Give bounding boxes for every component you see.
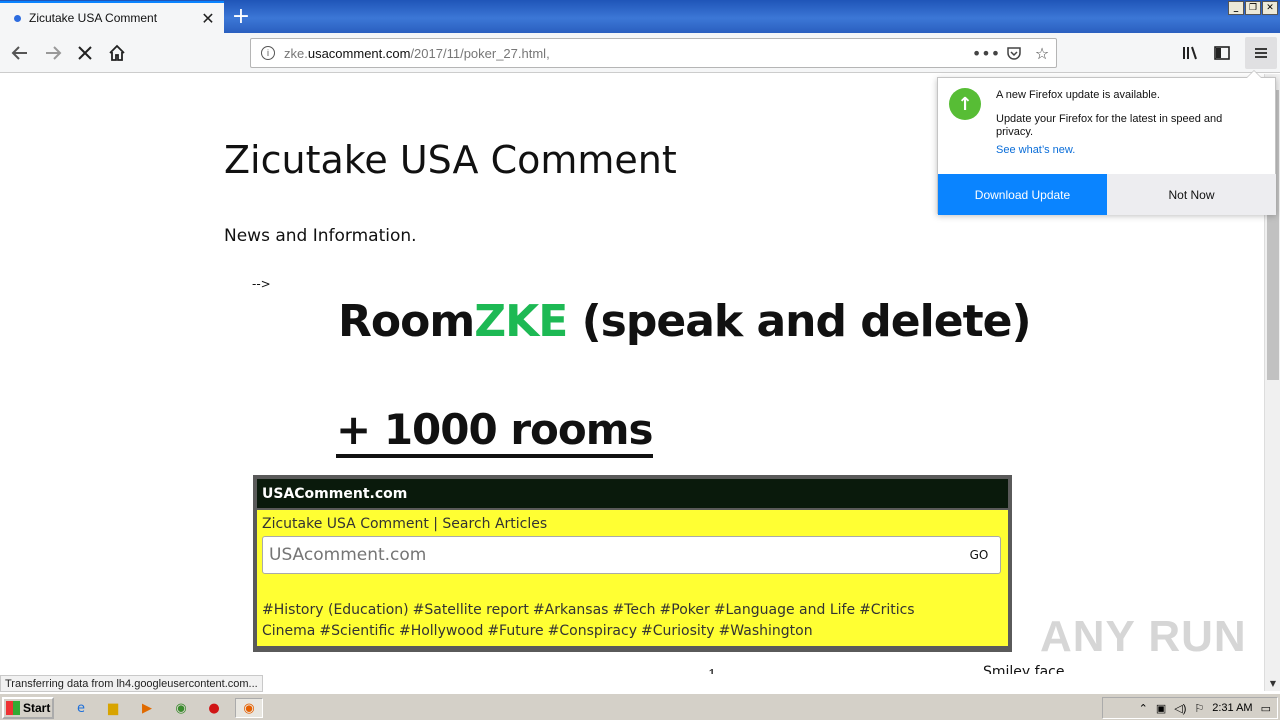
tag-link[interactable]: #Tech — [612, 602, 655, 618]
url-text[interactable]: zke.usacomment.com/2017/11/poker_27.html… — [284, 46, 972, 61]
close-tab-icon[interactable]: ✕ — [198, 9, 218, 28]
tab-title: Zicutake USA Comment — [29, 11, 158, 25]
favicon-icon — [14, 14, 21, 22]
site-tagline: News and Information. — [224, 226, 417, 246]
tag-link[interactable]: #Curiosity — [641, 623, 715, 639]
tag-link[interactable]: #Conspiracy — [548, 623, 637, 639]
search-input[interactable] — [263, 545, 958, 565]
roomzke-banner[interactable]: RoomZKE (speak and delete) — [338, 296, 1032, 347]
start-button[interactable]: Start — [2, 697, 54, 719]
windows-taskbar: Start e ▆ ▶ ◉ ● ◉ ⌃ ▣ ◁) ⚐ 2:31 AM ▭ — [0, 692, 1280, 720]
tag-link[interactable]: #Future — [487, 623, 543, 639]
forward-button[interactable] — [37, 37, 69, 69]
stray-comment-text: --> — [252, 277, 271, 291]
volume-icon[interactable]: ◁) — [1174, 702, 1186, 715]
tag-link[interactable]: #Washington — [719, 623, 813, 639]
stop-button[interactable] — [69, 37, 101, 69]
smiley-image-alt: Smiley face — [983, 664, 1065, 674]
tag-link[interactable]: #Hollywood — [399, 623, 483, 639]
tag-list: #History (Education) #Satellite report #Ar… — [262, 600, 1007, 642]
rooms-banner[interactable]: + 1000 rooms — [336, 406, 654, 458]
library-icon — [1183, 46, 1197, 60]
media-player-icon[interactable]: ▶ — [136, 698, 158, 718]
tag-link[interactable]: #Satellite report — [413, 602, 529, 618]
not-now-button[interactable]: Not Now — [1107, 174, 1276, 215]
site-title[interactable]: Zicutake USA Comment — [224, 138, 677, 182]
close-window-button[interactable]: ✕ — [1262, 1, 1278, 15]
menu-button[interactable] — [1245, 37, 1277, 69]
home-button[interactable] — [101, 37, 133, 69]
site-info-icon[interactable]: i — [261, 46, 275, 60]
opera-icon[interactable]: ● — [203, 698, 225, 718]
windows-logo-icon — [6, 701, 20, 715]
widget-body: Zicutake USA Comment | Search Articles G… — [257, 510, 1008, 646]
widget-links[interactable]: Zicutake USA Comment | Search Articles — [262, 516, 547, 532]
flag-icon[interactable]: ⚐ — [1194, 702, 1204, 715]
home-icon — [109, 44, 125, 61]
window-controls: _ ❐ ✕ — [1228, 1, 1278, 15]
search-field: GO — [262, 536, 1001, 574]
widget-header: USAComment.com — [257, 479, 1008, 508]
update-description: Update your Firefox for the latest in sp… — [996, 113, 1223, 138]
back-button[interactable] — [4, 37, 36, 69]
tag-link[interactable]: #Arkansas — [533, 602, 609, 618]
sidebar-icon — [1214, 46, 1230, 60]
anyrun-watermark: ANY RUN — [1040, 612, 1247, 661]
new-tab-button[interactable]: + — [228, 2, 254, 30]
page-actions-icon[interactable]: ••• — [972, 39, 1000, 67]
show-desktop-icon[interactable]: ▭ — [1261, 702, 1271, 715]
update-notification-panel: ↑ A new Firefox update is available. Upd… — [937, 70, 1276, 215]
stop-icon — [78, 46, 92, 60]
library-button[interactable] — [1174, 37, 1206, 69]
hamburger-menu-icon — [1255, 48, 1267, 58]
page-number-text: 1 — [708, 668, 716, 674]
go-button[interactable]: GO — [958, 548, 1000, 562]
tab-active[interactable]: Zicutake USA Comment ✕ — [0, 1, 224, 33]
tag-link[interactable]: #Language and Life — [714, 602, 855, 618]
forward-arrow-icon — [46, 46, 62, 60]
update-arrow-icon: ↑ — [949, 88, 981, 120]
search-widget: USAComment.com Zicutake USA Comment | Se… — [253, 475, 1012, 652]
sidebar-button[interactable] — [1206, 37, 1238, 69]
pocket-icon[interactable] — [1000, 39, 1028, 67]
tag-link[interactable]: #Poker — [660, 602, 710, 618]
ie-icon[interactable]: e — [70, 698, 92, 718]
bookmark-star-icon[interactable]: ☆ — [1028, 39, 1056, 67]
navigation-toolbar: i zke.usacomment.com/2017/11/poker_27.ht… — [0, 33, 1280, 73]
chrome-icon[interactable]: ◉ — [170, 698, 192, 718]
download-update-button[interactable]: Download Update — [938, 174, 1107, 215]
whats-new-link[interactable]: See what’s new. — [996, 144, 1075, 156]
url-bar[interactable]: i zke.usacomment.com/2017/11/poker_27.ht… — [250, 38, 1057, 68]
update-title: A new Firefox update is available. — [996, 89, 1160, 101]
firefox-taskbar-icon[interactable]: ◉ — [235, 698, 263, 718]
system-tray: ⌃ ▣ ◁) ⚐ 2:31 AM ▭ — [1102, 697, 1278, 719]
scroll-down-icon[interactable]: ▼ — [1265, 675, 1280, 691]
minimize-button[interactable]: _ — [1228, 1, 1244, 15]
restore-button[interactable]: ❐ — [1245, 1, 1261, 15]
folder-icon[interactable]: ▆ — [102, 698, 124, 718]
tag-link[interactable]: #Scientific — [319, 623, 395, 639]
tag-link[interactable]: #History (Education) — [262, 602, 409, 618]
status-bar: Transferring data from lh4.googleusercon… — [0, 675, 263, 692]
back-arrow-icon — [11, 46, 27, 60]
clock[interactable]: 2:31 AM — [1212, 702, 1252, 714]
network-icon[interactable]: ▣ — [1156, 702, 1166, 715]
tab-strip: Zicutake USA Comment ✕ + _ ❐ ✕ — [0, 0, 1280, 33]
tray-expand-icon[interactable]: ⌃ — [1139, 702, 1148, 715]
